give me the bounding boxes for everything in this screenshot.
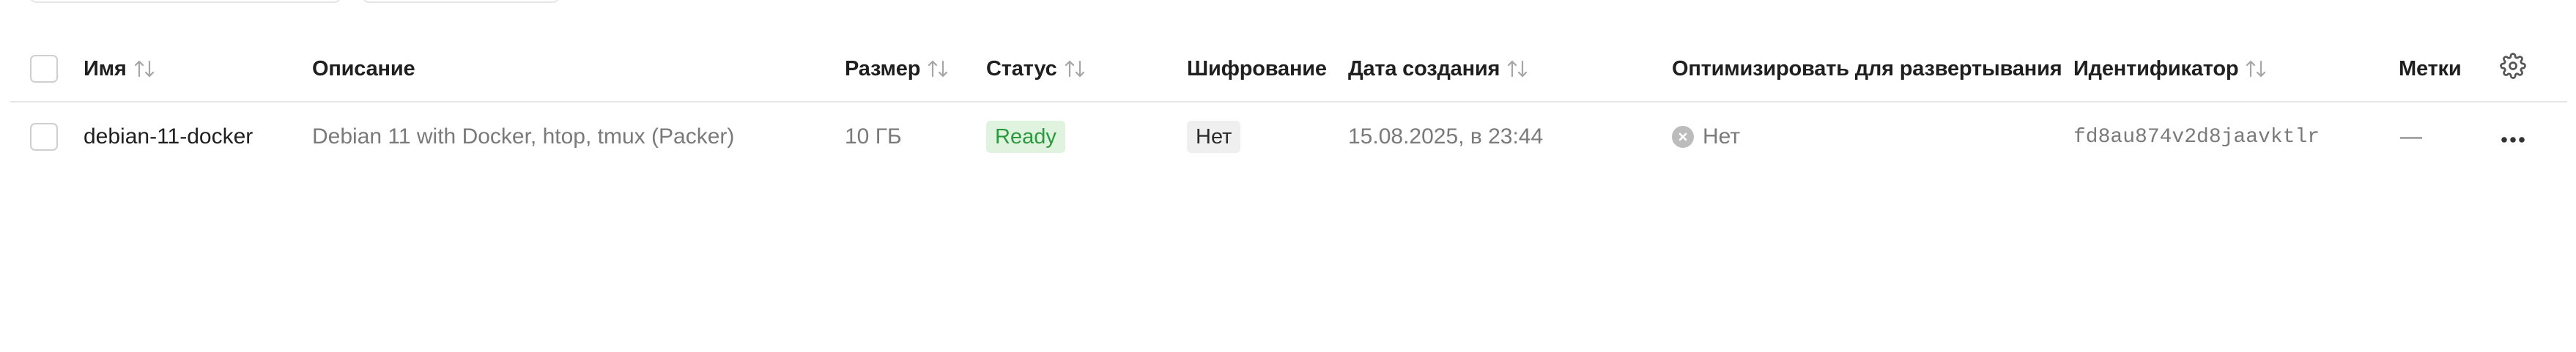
image-name[interactable]: debian-11-docker [84,124,253,149]
select-all-cell [30,37,58,101]
image-size: 10 ГБ [845,124,902,149]
images-table: Имя Описание Размер Статус Шифрование Да… [10,37,2567,171]
sort-arrows-icon[interactable] [1506,59,1529,79]
column-header-status[interactable]: Статус [986,37,1087,101]
labels-value: — [2400,124,2422,149]
column-header-encryption-label: Шифрование [1187,56,1327,80]
column-header-description: Описание [312,37,415,101]
image-description: Debian 11 with Docker, htop, tmux (Packe… [312,124,735,149]
table-header-row: Имя Описание Размер Статус Шифрование Да… [10,37,2567,102]
column-header-name[interactable]: Имя [84,37,156,101]
encryption-badge: Нет [1187,121,1241,153]
column-header-size-label: Размер [845,56,921,80]
row-checkbox[interactable] [30,123,58,151]
x-circle-icon [1672,126,1694,148]
optimize-value: Нет [1703,124,1741,149]
row-actions-button[interactable] [2501,102,2525,171]
sort-arrows-icon[interactable] [1063,59,1087,79]
status-badge: Ready [986,121,1065,153]
select-all-checkbox[interactable] [30,55,58,83]
cell-status: Ready [986,102,1065,171]
column-header-id[interactable]: Идентификатор [2073,37,2268,101]
table-row[interactable]: debian-11-docker Debian 11 with Docker, … [10,102,2567,171]
column-header-labels-label: Метки [2399,56,2462,80]
top-toolbar-control[interactable] [29,0,341,3]
column-header-created-label: Дата создания [1348,56,1500,80]
column-header-name-label: Имя [84,56,127,80]
sort-arrows-icon[interactable] [133,59,156,79]
cell-size: 10 ГБ [845,102,902,171]
column-header-id-label: Идентификатор [2073,56,2239,80]
column-header-optimize: Оптимизировать для развертывания [1672,37,2062,101]
column-header-created[interactable]: Дата создания [1348,37,1529,101]
cell-labels: — [2400,102,2422,171]
cell-encryption: Нет [1187,102,1241,171]
column-header-labels: Метки [2399,37,2462,101]
cell-name[interactable]: debian-11-docker [84,102,253,171]
cell-created: 15.08.2025, в 23:44 [1348,102,1543,171]
cell-id: fd8au874v2d8jaavktlr [2073,102,2320,171]
column-header-size[interactable]: Размер [845,37,950,101]
gear-icon [2500,53,2526,85]
cell-description: Debian 11 with Docker, htop, tmux (Packe… [312,102,734,171]
created-date: 15.08.2025, в 23:44 [1348,124,1544,149]
column-header-status-label: Статус [986,56,1057,80]
column-header-optimize-label: Оптимизировать для развертывания [1672,56,2062,80]
column-header-description-label: Описание [312,56,415,80]
column-header-encryption: Шифрование [1187,37,1327,101]
sort-arrows-icon[interactable] [926,59,950,79]
image-id: fd8au874v2d8jaavktlr [2073,125,2320,149]
cell-optimize: Нет [1672,102,1740,171]
sort-arrows-icon[interactable] [2244,59,2268,79]
more-horizontal-icon [2501,124,2525,149]
row-select-cell [30,102,58,171]
top-toolbar-control-secondary[interactable] [362,0,560,3]
table-settings-button[interactable] [2500,37,2526,101]
